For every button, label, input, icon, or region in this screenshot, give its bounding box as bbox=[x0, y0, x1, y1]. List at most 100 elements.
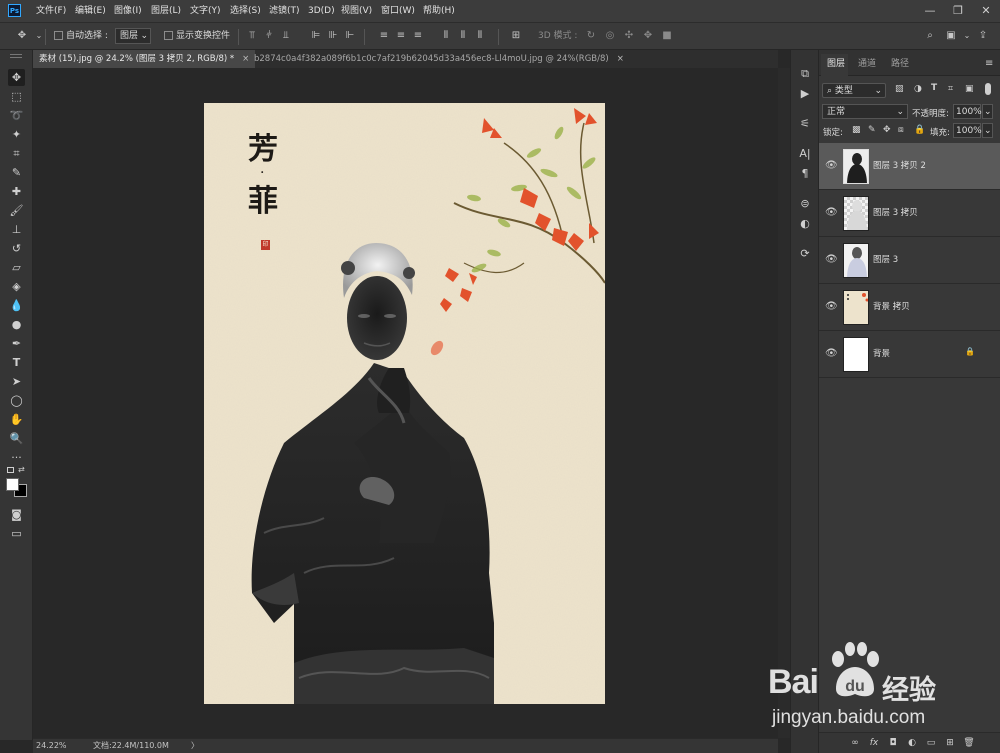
align-left-icon[interactable]: ⊫ bbox=[310, 30, 322, 42]
distribute-vcenter-icon[interactable]: ≡ bbox=[395, 30, 407, 42]
fill-dropdown[interactable]: ⌄ bbox=[982, 123, 993, 138]
healing-brush-tool-icon[interactable]: ✚ bbox=[8, 183, 25, 200]
layer-row[interactable]: 👁 背景 🔒 bbox=[819, 331, 1000, 378]
opacity-field[interactable]: 100% bbox=[953, 104, 982, 119]
eyedropper-tool-icon[interactable]: ✎ bbox=[8, 164, 25, 181]
zoom-tool-icon[interactable]: 🔍 bbox=[8, 430, 25, 447]
close-tab-icon[interactable]: × bbox=[617, 54, 624, 64]
minimize-button[interactable]: — bbox=[916, 0, 944, 22]
align-hcenter-icon[interactable]: ⊪ bbox=[327, 30, 339, 42]
type-tool-icon[interactable]: T bbox=[8, 354, 25, 371]
menu-type[interactable]: 文字(Y) bbox=[190, 0, 221, 22]
show-transform-checkbox[interactable] bbox=[164, 31, 173, 40]
eye-icon[interactable]: 👁 bbox=[825, 301, 838, 313]
fill-field[interactable]: 100% bbox=[953, 123, 982, 138]
layer-filter-dropdown[interactable]: ⌕ 类型 ⌄ bbox=[822, 83, 886, 98]
tab-channels[interactable]: 通道 bbox=[858, 56, 876, 72]
filter-smart-object-icon[interactable]: ▣ bbox=[965, 84, 974, 94]
paragraph-panel-icon[interactable]: ¶ bbox=[797, 166, 813, 182]
eye-icon[interactable]: 👁 bbox=[825, 207, 838, 219]
swap-colors-icon[interactable]: ⇄ bbox=[18, 465, 25, 474]
pen-tool-icon[interactable]: ✒ bbox=[8, 335, 25, 352]
close-button[interactable]: ✕ bbox=[972, 0, 1000, 22]
crop-tool-icon[interactable]: ⌗ bbox=[8, 145, 25, 162]
restore-button[interactable]: ❐ bbox=[944, 0, 972, 22]
blur-tool-icon[interactable]: 💧 bbox=[8, 297, 25, 314]
properties-panel-icon[interactable]: ⟳ bbox=[797, 246, 813, 262]
path-selection-tool-icon[interactable]: ➤ bbox=[8, 373, 25, 390]
document-tab[interactable]: b2874c0a4f382a089f6b1c0c7af219b62045d33a… bbox=[248, 50, 630, 68]
clone-stamp-tool-icon[interactable]: ⊥ bbox=[8, 221, 25, 238]
workspace-icon[interactable]: ▣ bbox=[945, 30, 957, 42]
move-tool-preset-icon[interactable]: ✥ bbox=[16, 30, 28, 42]
chevron-down-icon[interactable]: ⌄ bbox=[33, 30, 45, 42]
menu-file[interactable]: 文件(F) bbox=[36, 0, 66, 22]
distribute-hcenter-icon[interactable]: ⦀ bbox=[457, 30, 469, 42]
auto-align-icon[interactable]: ⊞ bbox=[510, 30, 522, 42]
eraser-tool-icon[interactable]: ▱ bbox=[8, 259, 25, 276]
tab-paths[interactable]: 路径 bbox=[891, 56, 909, 72]
opacity-dropdown[interactable]: ⌄ bbox=[982, 104, 993, 119]
menu-select[interactable]: 选择(S) bbox=[230, 0, 261, 22]
document-canvas[interactable]: 芳 · 菲 印 bbox=[204, 103, 605, 704]
distribute-top-icon[interactable]: ≡ bbox=[378, 30, 390, 42]
chevron-down-icon[interactable]: ⌄ bbox=[961, 30, 973, 42]
quick-mask-icon[interactable]: ◙ bbox=[8, 506, 25, 523]
document-tab-active[interactable]: 素材 (15).jpg @ 24.2% (图层 3 拷贝 2, RGB/8) *… bbox=[33, 50, 256, 68]
ellipse-tool-icon[interactable]: ◯ bbox=[8, 392, 25, 409]
align-vcenter-icon[interactable]: ⫩ bbox=[263, 30, 275, 42]
layer-row[interactable]: 👁 图层 3 bbox=[819, 237, 1000, 284]
lock-all-icon[interactable]: 🔒 bbox=[914, 125, 925, 135]
eye-icon[interactable]: 👁 bbox=[825, 254, 838, 266]
tab-layers[interactable]: 图层 bbox=[827, 56, 845, 72]
lock-image-icon[interactable]: ✎ bbox=[868, 125, 876, 135]
filter-adjustment-icon[interactable]: ◑ bbox=[914, 84, 922, 94]
menu-filter[interactable]: 滤镜(T) bbox=[269, 0, 300, 22]
auto-select-checkbox[interactable] bbox=[54, 31, 63, 40]
filter-shape-icon[interactable]: ⌗ bbox=[948, 84, 953, 94]
search-icon[interactable]: ⌕ bbox=[924, 30, 936, 42]
vertical-scrollbar[interactable] bbox=[778, 68, 790, 738]
toolbar-grip[interactable] bbox=[10, 54, 22, 58]
layer-row[interactable]: 👁 背景 拷贝 bbox=[819, 284, 1000, 331]
lasso-tool-icon[interactable]: ➰ bbox=[8, 107, 25, 124]
3d-scale-icon[interactable]: ■ bbox=[661, 30, 673, 42]
brush-tool-icon[interactable]: 🖌 bbox=[8, 202, 25, 219]
menu-layer[interactable]: 图层(L) bbox=[151, 0, 181, 22]
marquee-tool-icon[interactable]: ⬚ bbox=[8, 88, 25, 105]
magic-wand-tool-icon[interactable]: ✦ bbox=[8, 126, 25, 143]
menu-view[interactable]: 视图(V) bbox=[341, 0, 372, 22]
character-panel-icon[interactable]: A| bbox=[797, 146, 813, 162]
layer-row[interactable]: 👁 图层 3 拷贝 bbox=[819, 190, 1000, 237]
3d-slide-icon[interactable]: ✥ bbox=[642, 30, 654, 42]
3d-roll-icon[interactable]: ◎ bbox=[604, 30, 616, 42]
history-panel-icon[interactable]: ⧉ bbox=[797, 66, 813, 82]
distribute-right-icon[interactable]: ⦀ bbox=[474, 30, 486, 42]
align-bottom-icon[interactable]: ⫫ bbox=[280, 30, 292, 42]
hand-tool-icon[interactable]: ✋ bbox=[8, 411, 25, 428]
more-tools-icon[interactable]: ··· bbox=[8, 449, 25, 466]
lock-artboard-icon[interactable]: ⧈ bbox=[898, 125, 904, 135]
default-colors-icon[interactable] bbox=[7, 467, 14, 473]
adjustments-panel-icon[interactable]: ⚟ bbox=[797, 116, 813, 132]
menu-3d[interactable]: 3D(D) bbox=[308, 0, 335, 22]
distribute-left-icon[interactable]: ⦀ bbox=[440, 30, 452, 42]
3d-pan-icon[interactable]: ✣ bbox=[623, 30, 635, 42]
menu-help[interactable]: 帮助(H) bbox=[423, 0, 455, 22]
zoom-level[interactable]: 24.22% bbox=[36, 739, 67, 753]
filter-toggle-icon[interactable] bbox=[985, 83, 991, 95]
foreground-color-swatch[interactable] bbox=[6, 478, 19, 491]
libraries-panel-icon[interactable]: ⊜ bbox=[797, 196, 813, 212]
filter-type-icon[interactable]: T bbox=[931, 83, 937, 93]
actions-panel-icon[interactable]: ▶ bbox=[797, 86, 813, 102]
history-brush-tool-icon[interactable]: ↺ bbox=[8, 240, 25, 257]
gradient-tool-icon[interactable]: ◈ bbox=[8, 278, 25, 295]
status-menu-arrow[interactable]: 〉 bbox=[191, 739, 199, 753]
move-tool-icon[interactable]: ✥ bbox=[8, 69, 25, 86]
color-panel-icon[interactable]: ◐ bbox=[797, 216, 813, 232]
eye-icon[interactable]: 👁 bbox=[825, 348, 838, 360]
layer-row[interactable]: 👁 图层 3 拷贝 2 bbox=[819, 143, 1000, 190]
panel-menu-icon[interactable]: ≡ bbox=[985, 58, 993, 69]
menu-image[interactable]: 图像(I) bbox=[114, 0, 142, 22]
filter-pixel-icon[interactable]: ▨ bbox=[895, 84, 904, 94]
